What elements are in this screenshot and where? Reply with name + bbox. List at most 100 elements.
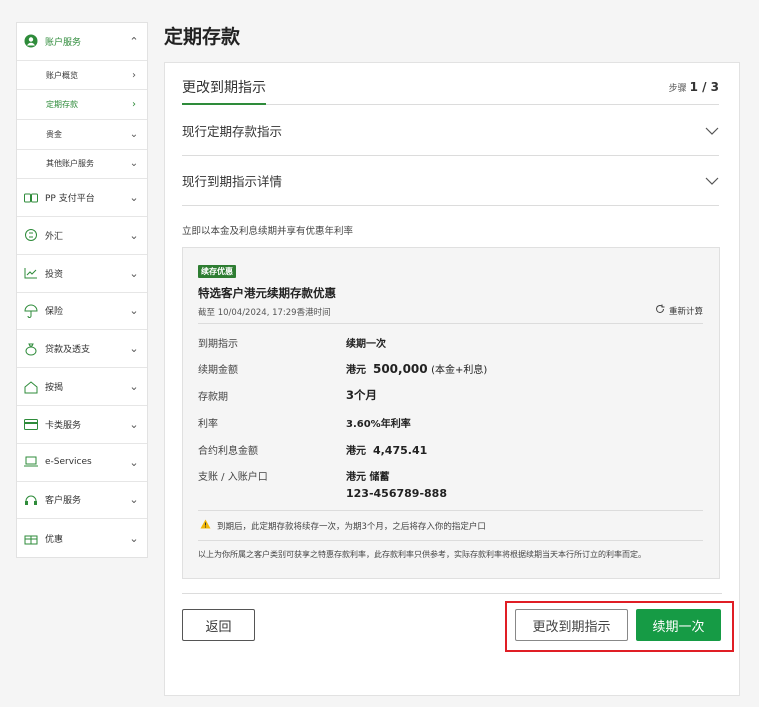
sidebar-item-account-services[interactable]: 账户服务 ⌃ (17, 23, 147, 61)
maturity-warning: 到期后，此定期存款将续存一次，为期3个月，之后将存入你的指定户口 (200, 519, 486, 532)
rate-disclaimer: 以上为你所属之客户类别可获享之特惠存款利率，此存款利率只供参考，实际存款利率将根… (198, 550, 646, 559)
sidebar: 账户服务 ⌃ 账户概览 › 定期存款 › 贵金 ⌄ 其他账户服务 ⌄ PP 支付… (16, 22, 148, 559)
refresh-icon (655, 304, 665, 317)
chevron-down-icon: ⌄ (129, 158, 139, 170)
detail-row-tenor: 存款期 3个月 (198, 385, 703, 405)
chevron-up-icon: ⌃ (129, 34, 139, 48)
chevron-down-icon: ⌄ (129, 531, 139, 545)
detail-row-rate: 利率 3.60%年利率 (198, 412, 703, 432)
chevron-down-icon: ⌄ (129, 191, 139, 205)
sidebar-item-label: 保险 (45, 307, 64, 318)
sidebar-item-mortgage[interactable]: 按揭 ⌄ (17, 368, 147, 406)
accordion-label: 现行到期指示详情 (182, 174, 283, 189)
chevron-down-icon: ⌄ (129, 417, 139, 431)
sidebar-subitem-other-services[interactable]: 其他账户服务 ⌄ (17, 150, 147, 180)
sidebar-item-offers[interactable]: 优惠 ⌄ (17, 519, 147, 557)
divider (198, 510, 703, 511)
sidebar-subitem-time-deposit[interactable]: 定期存款 › (17, 90, 147, 120)
sidebar-subitem-label: 贵金 (46, 129, 62, 139)
step-value: 1 / 3 (689, 80, 719, 94)
divider (182, 593, 722, 594)
account-number: 123-456789-888 (346, 487, 447, 500)
detail-key: 到期指示 (198, 338, 238, 350)
sidebar-item-label: 投资 (45, 269, 64, 280)
sidebar-item-label: 账户服务 (45, 37, 82, 48)
chevron-down-icon: ⌄ (129, 228, 139, 242)
sidebar-item-label: 按揭 (45, 383, 64, 394)
sidebar-item-label: 客户服务 (45, 496, 82, 507)
detail-value: 港元 4,475.41 (346, 442, 427, 457)
chevron-down-icon: ⌄ (129, 342, 139, 356)
page-title: 定期存款 (164, 26, 241, 48)
chevron-down-icon: ⌄ (129, 455, 139, 469)
chevron-down-icon: ⌄ (129, 128, 139, 140)
detail-key: 存款期 (198, 391, 228, 403)
chevron-right-icon: › (132, 69, 136, 81)
detail-row-amount: 续期金额 港元 500,000 (本金+利息) (198, 358, 703, 378)
sidebar-item-label: 优惠 (45, 534, 64, 545)
chevron-down-icon (705, 127, 719, 135)
amount: 4,475.41 (372, 443, 428, 457)
detail-row-interest: 合约利息金额 港元 4,475.41 (198, 439, 703, 459)
amount: 500,000 (372, 361, 428, 376)
offer-badge: 续存优惠 (198, 265, 236, 278)
divider (198, 323, 703, 324)
sidebar-subitem-overview[interactable]: 账户概览 › (17, 61, 147, 91)
detail-key: 合约利息金额 (198, 445, 258, 457)
headset-icon (23, 492, 39, 508)
accordion-label: 现行定期存款指示 (182, 124, 283, 139)
detail-value: 续期一次 (346, 338, 386, 350)
highlight-box (505, 601, 734, 652)
card-transfer-icon (23, 190, 39, 206)
sidebar-item-eservices[interactable]: e-Services ⌄ (17, 444, 147, 482)
intro-text: 立即以本金及利息续期并享有优惠年利率 (182, 226, 354, 237)
sidebar-item-label: 贷款及透支 (45, 345, 91, 356)
recalculate-button[interactable]: 重新计算 (655, 304, 703, 317)
credit-card-icon (23, 416, 39, 432)
umbrella-icon (23, 303, 39, 319)
exchange-icon (23, 227, 39, 243)
sidebar-subitem-label: 其他账户服务 (46, 159, 94, 169)
detail-key: 支账 / 入账户口 (198, 471, 268, 483)
step-indicator: 步骤 1 / 3 (669, 80, 719, 94)
amount-suffix: (本金+利息) (431, 364, 488, 376)
detail-value: 3.60%年利率 (346, 418, 411, 430)
chevron-down-icon: ⌄ (129, 266, 139, 280)
accordion-current-deposit[interactable]: 现行定期存款指示 (182, 106, 719, 156)
sidebar-item-loans[interactable]: 贷款及透支 ⌄ (17, 330, 147, 369)
sidebar-item-insurance[interactable]: 保险 ⌄ (17, 293, 147, 331)
detail-key: 续期金额 (198, 364, 238, 376)
tab-change-instruction: 更改到期指示 (182, 77, 266, 105)
sidebar-item-label: e-Services (45, 457, 92, 468)
sidebar-subitem-label: 账户概览 (46, 70, 78, 80)
sidebar-item-customer-service[interactable]: 客户服务 ⌄ (17, 482, 147, 520)
detail-value: 港元 500,000 (本金+利息) (346, 361, 487, 376)
currency: 港元 (346, 445, 366, 457)
house-icon (23, 379, 39, 395)
money-bag-icon (23, 341, 39, 357)
step-prefix: 步骤 (668, 84, 687, 94)
back-button[interactable]: 返回 (182, 609, 255, 641)
chevron-right-icon: › (132, 99, 136, 111)
sidebar-item-label: 卡类服务 (45, 420, 82, 431)
offer-panel: 续存优惠 特选客户港元续期存款优惠 截至 10/04/2024, 17:29香港… (182, 247, 720, 579)
detail-value: 3个月 (346, 388, 378, 402)
currency: 港元 (346, 364, 366, 376)
sidebar-item-pp[interactable]: PP 支付平台 ⌄ (17, 179, 147, 217)
sidebar-item-fx[interactable]: 外汇 ⌄ (17, 217, 147, 255)
sidebar-item-invest[interactable]: 投资 ⌄ (17, 255, 147, 293)
user-icon (23, 33, 39, 49)
chevron-down-icon: ⌄ (129, 304, 139, 318)
sidebar-item-cards[interactable]: 卡类服务 ⌄ (17, 406, 147, 444)
sidebar-subitem-precious-metals[interactable]: 贵金 ⌄ (17, 120, 147, 150)
accordion-current-maturity[interactable]: 现行到期指示详情 (182, 156, 719, 206)
sidebar-subitem-label: 定期存款 (46, 100, 78, 110)
offer-title: 特选客户港元续期存款优惠 (198, 286, 336, 300)
chevron-down-icon: ⌄ (129, 380, 139, 394)
recalculate-label: 重新计算 (668, 306, 703, 317)
chart-icon (23, 265, 39, 281)
chevron-down-icon (705, 177, 719, 185)
offer-timestamp: 截至 10/04/2024, 17:29香港时间 (198, 308, 331, 318)
warning-icon (200, 519, 211, 532)
sidebar-item-label: PP 支付平台 (45, 194, 95, 205)
